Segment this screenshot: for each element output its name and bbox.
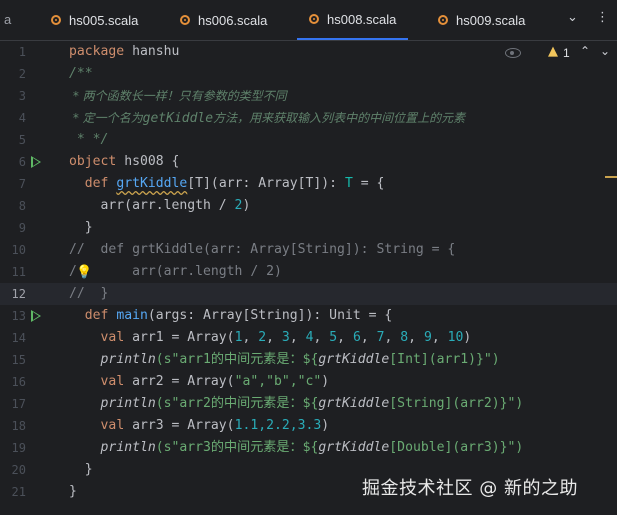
line-number: 11 — [11, 265, 26, 279]
line-number: 20 — [11, 463, 26, 477]
line-number: 7 — [18, 177, 26, 191]
code-editor[interactable]: ▲ 1 ⌃ ⌄ 1 package hanshu 2 /** 3 * 两个函数长… — [0, 41, 617, 515]
line-number: 9 — [18, 221, 26, 235]
code-line: 15 println(s"arr1的中间元素是：${grtKiddle[Int]… — [0, 349, 617, 371]
chevron-down-icon[interactable]: ⌄ — [567, 10, 578, 25]
code-line: 17 println(s"arr2的中间元素是：${grtKiddle[Stri… — [0, 393, 617, 415]
tab-hs005[interactable]: hs005.scala — [51, 0, 138, 40]
line-number: 10 — [11, 243, 26, 257]
code-line: 18 val arr3 = Array(1.1,2.2,3.3) — [0, 415, 617, 437]
tab-hs009[interactable]: hs009.scala — [438, 0, 525, 40]
line-number: 16 — [11, 375, 26, 389]
code-line: 3 * 两个函数长一样！只有参数的类型不同 — [0, 85, 617, 107]
tab-hs006[interactable]: hs006.scala — [180, 0, 267, 40]
line-number: 17 — [11, 397, 26, 411]
more-vertical-icon[interactable]: ⋮ — [596, 10, 609, 25]
code-line: 19 println(s"arr3的中间元素是：${grtKiddle[Doub… — [0, 437, 617, 459]
line-number: 2 — [18, 67, 26, 81]
code-line: 9 } — [0, 217, 617, 239]
lightbulb-icon[interactable]: 💡 — [76, 262, 92, 284]
line-number: 21 — [11, 485, 26, 499]
code-line: 8 arr(arr.length / 2) — [0, 195, 617, 217]
scala-file-icon — [309, 14, 319, 24]
tab-label: hs008.scala — [327, 11, 397, 27]
code-line-current: 12 // } — [0, 283, 617, 305]
line-number: 8 — [18, 199, 26, 213]
tab-label: hs005.scala — [69, 12, 139, 28]
line-number: 18 — [11, 419, 26, 433]
line-number: 6 — [18, 155, 26, 169]
tab-label: hs009.scala — [456, 12, 526, 28]
code-line: 1 package hanshu — [0, 41, 617, 63]
tab-hs008[interactable]: hs008.scala — [297, 0, 409, 40]
code-line: 13 def main(args: Array[String]): Unit =… — [0, 305, 617, 327]
code-line: 14 val arr1 = Array(1, 2, 3, 4, 5, 6, 7,… — [0, 327, 617, 349]
code-line: 16 val arr2 = Array("a","b","c") — [0, 371, 617, 393]
line-number: 4 — [18, 111, 26, 125]
line-number: 15 — [11, 353, 26, 367]
code-line: 7 def grtKiddle[T](arr: Array[T]): T = { — [0, 173, 617, 195]
run-icon[interactable] — [31, 156, 41, 168]
code-line: 2 /** — [0, 63, 617, 85]
line-number: 19 — [11, 441, 26, 455]
tab-partial-label[interactable]: a — [4, 12, 11, 27]
line-number: 1 — [18, 45, 26, 59]
run-icon[interactable] — [31, 310, 41, 322]
line-number: 14 — [11, 331, 26, 345]
line-number: 13 — [11, 309, 26, 323]
code-line: 5 * */ — [0, 129, 617, 151]
scala-file-icon — [180, 15, 190, 25]
watermark: 掘金技术社区 @ 新的之助 — [362, 478, 578, 499]
code-line: 10 // def grtKiddle(arr: Array[String]):… — [0, 239, 617, 261]
editor-tab-bar: a hs005.scala hs006.scala hs008.scala hs… — [0, 0, 617, 41]
scala-file-icon — [51, 15, 61, 25]
tab-label: hs006.scala — [198, 12, 268, 28]
code-line: 4 * 定一个名为getKiddle方法，用来获取输入列表中的中间位置上的元素 — [0, 107, 617, 129]
scala-file-icon — [438, 15, 448, 25]
code-line: 6 object hs008 { — [0, 151, 617, 173]
code-line: 11 / arr(arr.length / 2) 💡 — [0, 261, 617, 283]
line-number: 3 — [18, 89, 26, 103]
line-number: 12 — [11, 287, 26, 301]
line-number: 5 — [18, 133, 26, 147]
